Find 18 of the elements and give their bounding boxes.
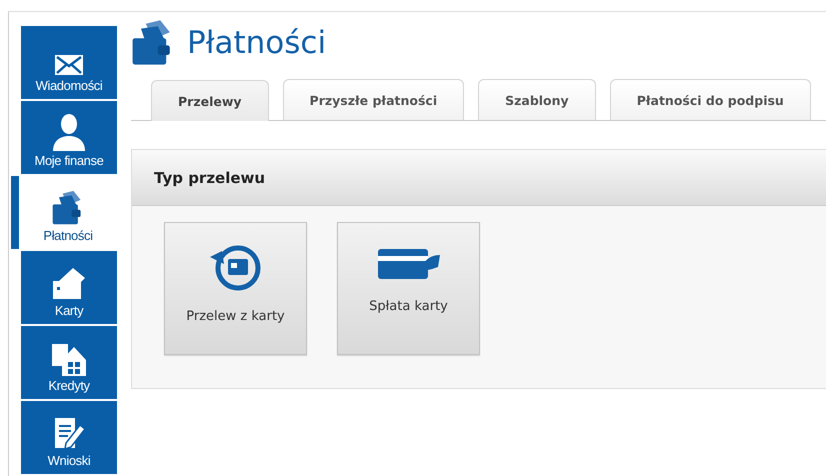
tab[interactable]: Szablony bbox=[478, 79, 596, 120]
tab[interactable]: Przyszłe płatności bbox=[282, 79, 464, 120]
envelope-icon bbox=[54, 54, 84, 76]
transfer-type-button[interactable]: Przelew z karty bbox=[164, 222, 307, 355]
clipboard-pen-icon bbox=[52, 415, 86, 451]
sidebar-item[interactable]: Wnioski bbox=[21, 401, 117, 474]
card-refresh-icon bbox=[208, 243, 264, 293]
sidebar-item[interactable]: Kredyty bbox=[21, 326, 117, 399]
panel-title: Typ przelewu bbox=[154, 168, 266, 186]
sidebar-item[interactable]: Moje finanse bbox=[21, 101, 117, 174]
person-icon bbox=[52, 113, 86, 151]
sidebar-item[interactable]: Wiadomości bbox=[21, 26, 117, 99]
house-document-icon bbox=[50, 342, 88, 376]
tab[interactable]: Płatności do podpisu bbox=[610, 79, 811, 120]
page-title: Płatności bbox=[187, 25, 326, 61]
tab[interactable]: Przelewy bbox=[151, 80, 269, 121]
sidebar-item[interactable]: Karty bbox=[21, 251, 117, 324]
transfer-type-button[interactable]: Spłata karty bbox=[337, 222, 480, 355]
